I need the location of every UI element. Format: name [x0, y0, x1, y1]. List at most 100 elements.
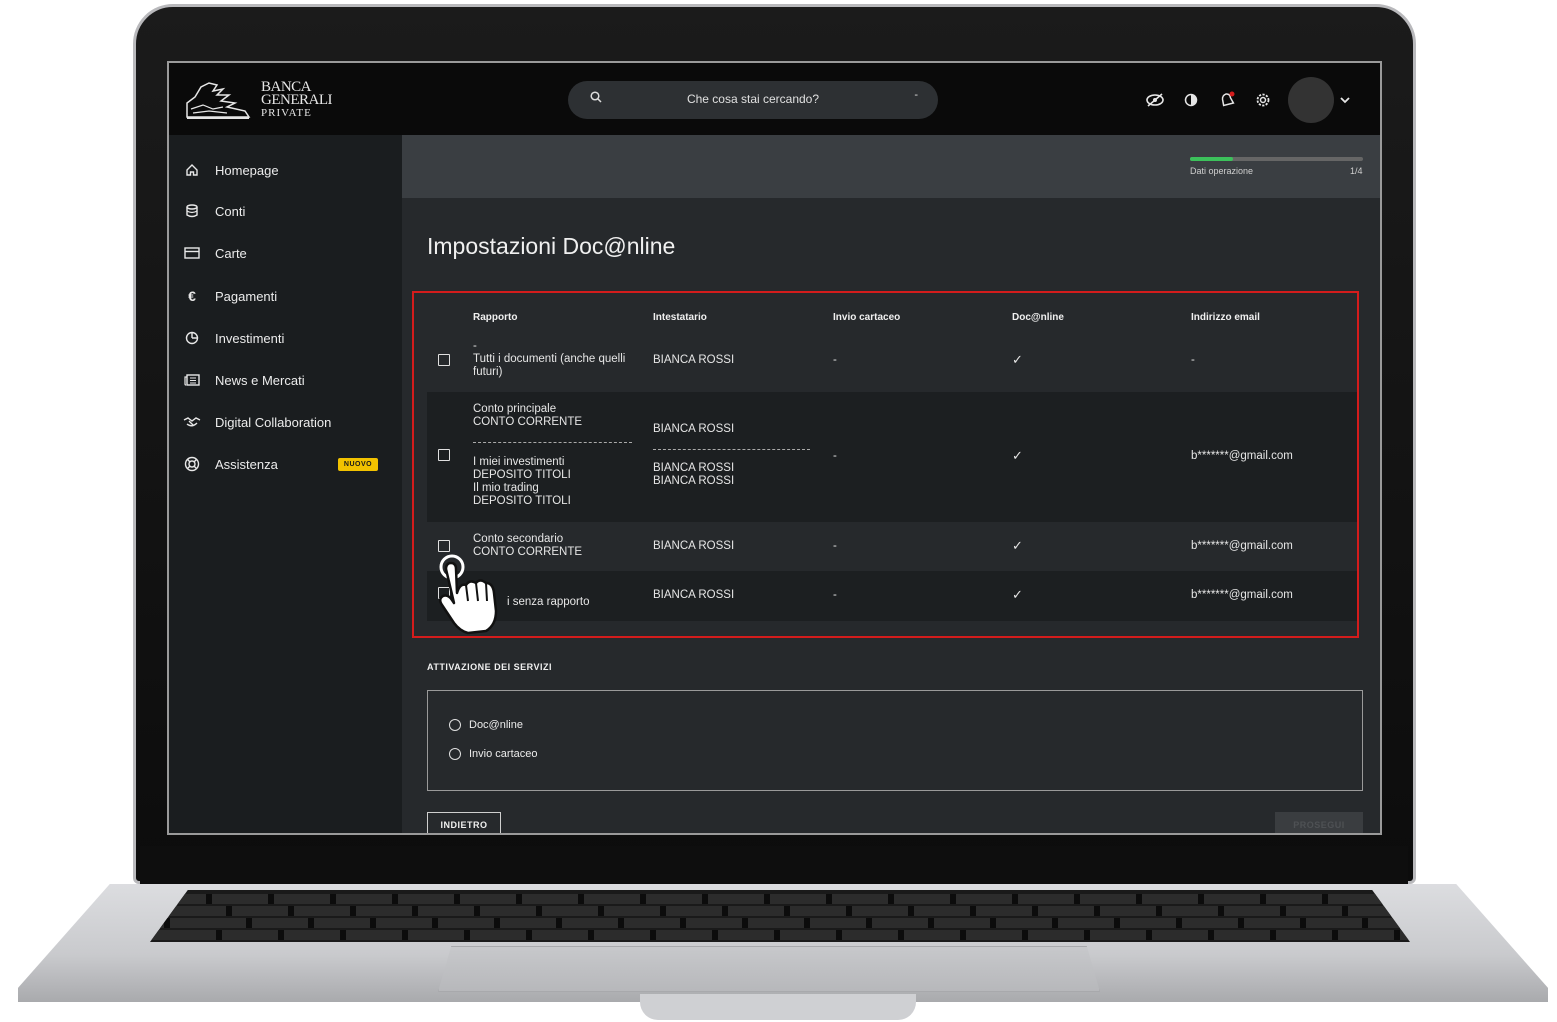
- newspaper-icon: [183, 371, 201, 389]
- radio-option-invio-cartaceo[interactable]: Invio cartaceo: [449, 748, 537, 760]
- invio-cell: -: [833, 540, 837, 552]
- contrast-icon[interactable]: [1180, 89, 1202, 111]
- row-checkbox[interactable]: [438, 449, 450, 461]
- check-icon: ✓: [1012, 352, 1023, 367]
- rapporto-line: -: [473, 340, 477, 352]
- keyboard-row: [150, 894, 1410, 904]
- top-icons: [1144, 77, 1350, 123]
- email-cell: b*******@gmail.com: [1191, 450, 1293, 462]
- main-content: Dati operazione 1/4 Impostazioni Doc@nli…: [402, 135, 1380, 833]
- row-checkbox[interactable]: [438, 354, 450, 366]
- app-screen: BANCA GENERALI PRIVATE Che cosa stai cer…: [167, 61, 1382, 835]
- intestatario-cell: BIANCA ROSSI: [653, 589, 735, 601]
- intestatario-cell: BIANCA ROSSI BIANCA ROSSI: [653, 462, 734, 488]
- sidebar-item-label: Carte: [215, 245, 247, 261]
- brand-line-2: GENERALI: [261, 91, 333, 108]
- database-icon: [183, 202, 201, 220]
- row-checkbox[interactable]: [438, 540, 450, 552]
- brand-logo[interactable]: BANCA GENERALI PRIVATE: [183, 79, 333, 121]
- sidebar-item-label: News e Mercati: [215, 372, 305, 388]
- search-placeholder: Che cosa stai cercando?: [686, 92, 820, 106]
- sidebar-item-homepage[interactable]: Homepage: [183, 158, 279, 182]
- radio-option-doconline[interactable]: Doc@nline: [449, 719, 523, 731]
- bell-icon[interactable]: [1216, 89, 1238, 111]
- radio-button[interactable]: [449, 748, 461, 760]
- euro-icon: €: [188, 288, 196, 304]
- sidebar-item-conti[interactable]: Conti: [183, 199, 245, 223]
- next-button[interactable]: PROSEGUI: [1275, 812, 1363, 833]
- chevron-down-icon[interactable]: [1340, 93, 1350, 107]
- invio-cell: -: [833, 450, 837, 462]
- header-rapporto: Rapporto: [473, 312, 518, 323]
- rapporto-line: futuri): [473, 366, 503, 378]
- sidebar-item-assistenza[interactable]: Assistenza: [183, 452, 278, 476]
- radio-label: Doc@nline: [469, 719, 523, 731]
- header-doconline: Doc@nline: [1012, 312, 1064, 323]
- keyboard-row: [150, 930, 1410, 940]
- intestatario-cell: BIANCA ROSSI: [653, 354, 735, 366]
- brand-line-3: PRIVATE: [261, 106, 312, 119]
- sidebar-item-label: Conti: [215, 203, 246, 219]
- avatar[interactable]: [1288, 77, 1334, 123]
- lifebuoy-icon: [183, 455, 201, 473]
- rapporto-line: Il mio trading: [473, 482, 539, 494]
- back-button[interactable]: INDIETRO: [427, 812, 501, 833]
- check-icon: ✓: [1012, 587, 1023, 602]
- email-cell: b*******@gmail.com: [1191, 589, 1293, 601]
- sidebar-item-news[interactable]: News e Mercati: [183, 368, 305, 392]
- check-icon: ✓: [1012, 448, 1023, 463]
- email-cell: b*******@gmail.com: [1191, 540, 1293, 552]
- new-badge: NUOVO: [338, 458, 378, 471]
- progress-label: Dati operazione: [1190, 166, 1254, 176]
- header-invio-cartaceo: Invio cartaceo: [833, 312, 901, 323]
- sidebar-item-digital-collaboration[interactable]: Digital Collaboration: [183, 410, 331, 434]
- intestatario-cell: BIANCA ROSSI: [653, 540, 735, 552]
- laptop-trackpad: [438, 946, 1100, 992]
- search-bar[interactable]: Che cosa stai cercando? -: [568, 81, 938, 119]
- progress-banner: Dati operazione 1/4: [402, 135, 1380, 198]
- pie-chart-icon: [183, 329, 201, 347]
- table-row: i senza rapporto BIANCA ROSSI - ✓ b*****…: [427, 571, 1357, 621]
- intestatario-line: BIANCA ROSSI: [653, 462, 735, 474]
- invio-cell: -: [833, 354, 837, 366]
- table-row: - Tutti i documenti (anche quelli futuri…: [427, 337, 1357, 392]
- sidebar-item-label: Homepage: [215, 162, 279, 178]
- progress-step: 1/4: [1350, 166, 1363, 176]
- sidebar-item-label: Pagamenti: [215, 288, 278, 304]
- laptop-notch: [640, 994, 916, 1020]
- sidebar-item-label: Digital Collaboration: [215, 414, 332, 430]
- rapporto-cell: Conto principale CONTO CORRENTE: [473, 403, 633, 429]
- radio-button[interactable]: [449, 719, 461, 731]
- sidebar-item-carte[interactable]: Carte: [183, 241, 247, 265]
- brand-name: BANCA GENERALI PRIVATE: [261, 79, 333, 120]
- handshake-icon: [183, 413, 201, 431]
- row-divider: [653, 449, 810, 450]
- rapporto-cell: I miei investimenti DEPOSITO TITOLI Il m…: [473, 456, 633, 508]
- sidebar-item-label: Investimenti: [215, 330, 285, 346]
- gear-icon[interactable]: [1252, 89, 1274, 111]
- intestatario-cell: BIANCA ROSSI: [653, 423, 735, 435]
- sidebar-item-pagamenti[interactable]: € Pagamenti: [183, 284, 277, 308]
- laptop-chin: [140, 846, 1408, 884]
- rapporto-cell: - Tutti i documenti (anche quelli futuri…: [473, 340, 633, 379]
- rapporto-line: Conto principale: [473, 403, 557, 415]
- sidebar-item-investimenti[interactable]: Investimenti: [183, 326, 284, 350]
- rapporto-cell: i senza rapporto: [507, 596, 590, 608]
- eye-off-icon[interactable]: [1144, 89, 1166, 111]
- search-dropdown-icon[interactable]: -: [914, 89, 918, 101]
- card-icon: [183, 244, 201, 262]
- laptop-keyboard: [150, 890, 1410, 942]
- email-cell: -: [1191, 354, 1195, 366]
- rapporto-line: CONTO CORRENTE: [473, 416, 583, 428]
- progress-track: [1190, 157, 1363, 161]
- progress-fill: [1190, 157, 1234, 161]
- services-box: Doc@nline Invio cartaceo: [427, 690, 1363, 791]
- radio-label: Invio cartaceo: [469, 748, 538, 760]
- check-icon: ✓: [1012, 538, 1023, 553]
- sidebar-item-label: Assistenza: [215, 456, 278, 472]
- rapporto-line: Tutti i documenti (anche quelli: [473, 353, 626, 365]
- intestatario-line: BIANCA ROSSI: [653, 475, 735, 487]
- page-title: Impostazioni Doc@nline: [427, 233, 676, 259]
- rapporto-line: DEPOSITO TITOLI: [473, 495, 571, 507]
- hand-pointer-icon: [430, 553, 510, 635]
